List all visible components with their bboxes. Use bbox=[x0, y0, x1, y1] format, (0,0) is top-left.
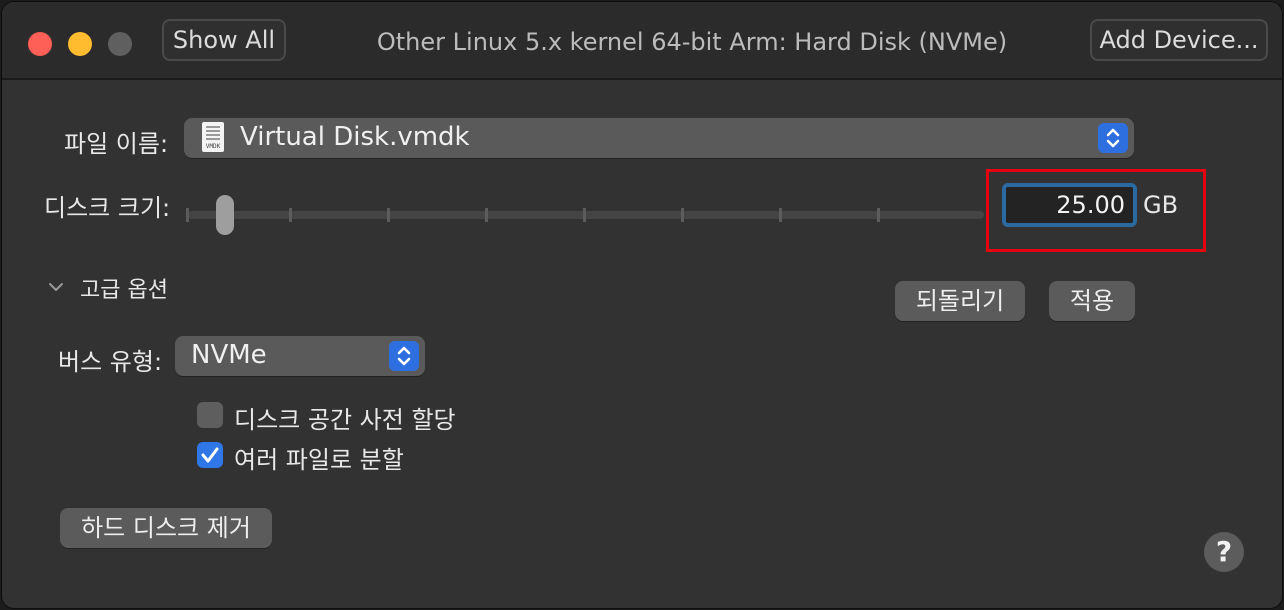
minimize-window-button[interactable] bbox=[68, 32, 92, 56]
popup-stepper-icon bbox=[1098, 123, 1128, 153]
chevron-down-icon[interactable] bbox=[46, 277, 66, 297]
close-window-button[interactable] bbox=[28, 32, 52, 56]
slider-tick bbox=[681, 208, 684, 222]
remove-hard-disk-button[interactable]: 하드 디스크 제거 bbox=[60, 508, 272, 548]
disk-size-field[interactable]: 25.00 bbox=[1002, 183, 1137, 227]
help-button[interactable]: ? bbox=[1204, 532, 1244, 572]
slider-tick bbox=[387, 208, 390, 222]
bus-type-label: 버스 유형: bbox=[58, 348, 163, 376]
preallocate-label: 디스크 공간 사전 할당 bbox=[234, 406, 456, 434]
vmdk-file-icon: VMDK bbox=[202, 122, 224, 152]
bus-type-value: NVMe bbox=[191, 340, 267, 370]
bus-type-popup[interactable]: NVMe bbox=[175, 336, 425, 376]
disk-size-unit: GB bbox=[1143, 191, 1179, 219]
zoom-window-button[interactable] bbox=[108, 32, 132, 56]
add-device-button[interactable]: Add Device... bbox=[1090, 19, 1268, 61]
slider-tick bbox=[186, 208, 189, 222]
apply-button[interactable]: 적용 bbox=[1049, 281, 1135, 321]
disk-size-slider-track[interactable] bbox=[188, 211, 984, 219]
title-bar: Show All Other Linux 5.x kernel 64-bit A… bbox=[2, 2, 1282, 80]
settings-window: Show All Other Linux 5.x kernel 64-bit A… bbox=[2, 2, 1282, 608]
split-files-checkbox[interactable] bbox=[197, 442, 223, 468]
file-name-value: Virtual Disk.vmdk bbox=[240, 122, 470, 152]
checkmark-icon bbox=[201, 447, 219, 463]
disk-size-slider-thumb[interactable] bbox=[216, 195, 234, 235]
slider-tick bbox=[485, 208, 488, 222]
preallocate-checkbox[interactable] bbox=[197, 402, 223, 428]
file-name-popup[interactable]: VMDK Virtual Disk.vmdk bbox=[184, 118, 1134, 158]
show-all-button[interactable]: Show All bbox=[162, 19, 286, 61]
slider-tick bbox=[583, 208, 586, 222]
slider-tick bbox=[289, 208, 292, 222]
slider-tick bbox=[877, 208, 880, 222]
revert-button[interactable]: 되돌리기 bbox=[895, 281, 1025, 321]
split-files-label: 여러 파일로 분할 bbox=[234, 446, 404, 474]
advanced-options-label[interactable]: 고급 옵션 bbox=[80, 272, 168, 304]
popup-stepper-icon bbox=[389, 341, 419, 371]
window-title: Other Linux 5.x kernel 64-bit Arm: Hard … bbox=[376, 28, 1008, 56]
file-name-label: 파일 이름: bbox=[64, 130, 169, 158]
slider-tick bbox=[779, 208, 782, 222]
disk-size-label: 디스크 크기: bbox=[44, 194, 171, 222]
